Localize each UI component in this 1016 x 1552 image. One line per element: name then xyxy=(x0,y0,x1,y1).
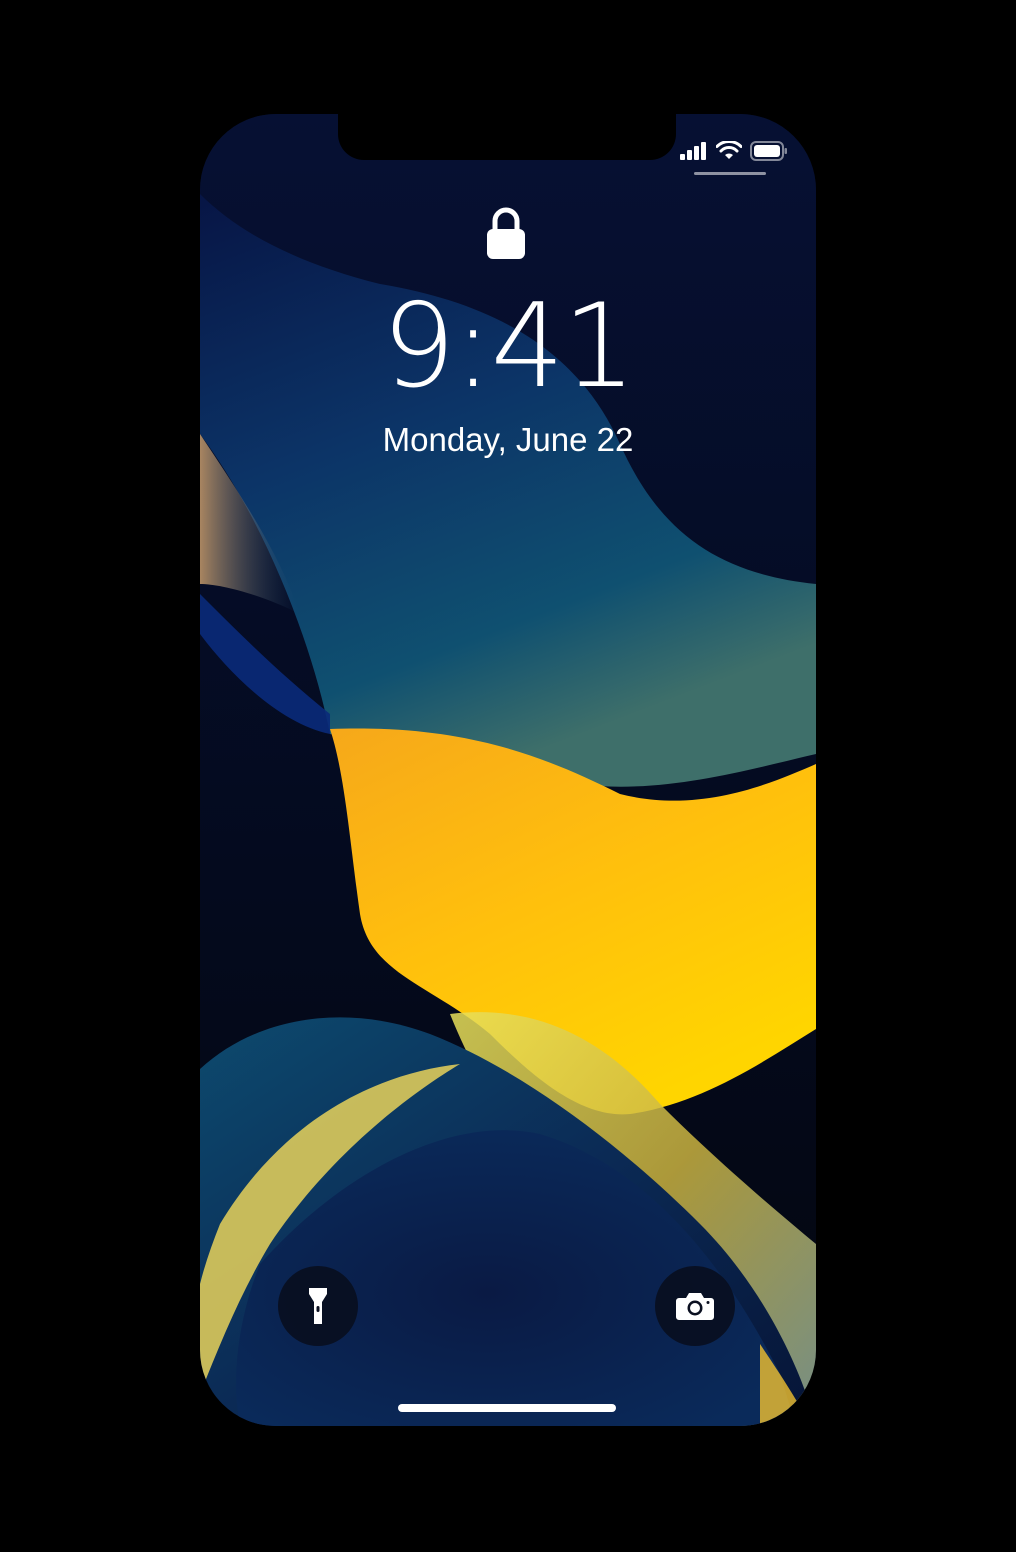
home-indicator[interactable] xyxy=(398,1404,616,1412)
camera-icon xyxy=(676,1293,714,1320)
lock-screen-time: 9:41 xyxy=(381,279,637,414)
wifi-icon xyxy=(716,141,742,159)
flashlight-button[interactable] xyxy=(278,1266,358,1346)
status-indicator xyxy=(694,172,766,175)
cellular-signal-icon xyxy=(680,142,706,160)
lock-screen-date: Monday, June 22 xyxy=(382,421,634,458)
status-bar xyxy=(680,140,788,162)
lock-screen: 9:41 Monday, June 22 xyxy=(200,114,816,1426)
camera-button[interactable] xyxy=(655,1266,735,1346)
battery-icon xyxy=(750,141,787,161)
flashlight-icon xyxy=(309,1288,327,1324)
lock-icon xyxy=(487,207,525,259)
notch xyxy=(338,114,676,160)
device-frame: 9:41 Monday, June 22 xyxy=(0,0,1016,1552)
